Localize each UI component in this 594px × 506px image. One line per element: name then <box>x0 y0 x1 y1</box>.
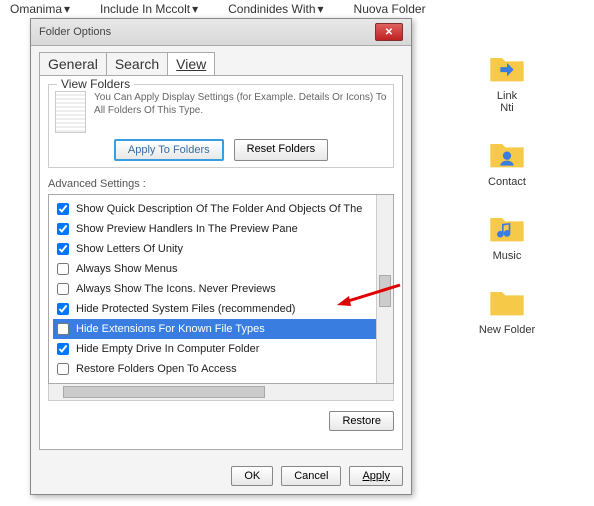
setting-label: Always Show Menus <box>76 263 178 275</box>
setting-label: Hide Protected System Files (recommended… <box>76 303 295 315</box>
folder-preview-icon <box>55 91 86 133</box>
group-title: View Folders <box>57 77 134 91</box>
scrollbar-horizontal[interactable] <box>48 384 394 401</box>
folder-new[interactable]: New Folder <box>472 282 542 336</box>
setting-checkbox[interactable] <box>57 223 69 235</box>
setting-checkbox[interactable] <box>57 243 69 255</box>
setting-row[interactable]: Always Show The Icons. Never Previews <box>53 279 389 299</box>
apply-to-folders-button[interactable]: Apply To Folders <box>114 139 224 161</box>
menu-newfolder[interactable]: Nuova Folder <box>354 2 426 16</box>
setting-row[interactable]: Restore Folders Open To Access <box>53 359 389 379</box>
setting-checkbox[interactable] <box>57 263 69 275</box>
menu-include[interactable]: Include In Mccolt ▾ <box>100 2 198 16</box>
tab-view[interactable]: View <box>167 52 215 75</box>
setting-row[interactable]: Hide Protected System Files (recommended… <box>53 299 389 319</box>
setting-checkbox[interactable] <box>57 303 69 315</box>
tab-general[interactable]: General <box>39 52 107 75</box>
setting-row[interactable]: Always Show Menus <box>53 259 389 279</box>
close-button[interactable]: ✕ <box>375 23 403 41</box>
apply-button[interactable]: Apply <box>349 466 403 486</box>
setting-label: Hide Empty Drive In Computer Folder <box>76 343 259 355</box>
advanced-settings-list[interactable]: Show Quick Description Of The Folder And… <box>48 194 394 384</box>
folder-view: LinkNti Contact Music New Folder <box>420 18 594 366</box>
setting-checkbox[interactable] <box>57 323 69 335</box>
folder-contact[interactable]: Contact <box>472 134 542 188</box>
tab-search[interactable]: Search <box>106 52 168 75</box>
menu-share[interactable]: Condinides With ▾ <box>228 2 323 16</box>
group-text: You Can Apply Display Settings (for Exam… <box>94 91 387 133</box>
explorer-toolbar: Omanima ▾ Include In Mccolt ▾ Condinides… <box>0 0 594 18</box>
tab-strip: General Search View <box>31 46 411 75</box>
ok-button[interactable]: OK <box>231 466 273 486</box>
setting-label: Show Quick Description Of The Folder And… <box>76 203 362 215</box>
setting-checkbox[interactable] <box>57 343 69 355</box>
dialog-title: Folder Options <box>39 26 111 38</box>
setting-row[interactable]: Show Quick Description Of The Folder And… <box>53 199 389 219</box>
scrollbar-vertical[interactable] <box>376 195 393 383</box>
setting-label: Restore Folders Open To Access <box>76 363 237 375</box>
setting-row[interactable]: Show Letters Of Unity <box>53 239 389 259</box>
reset-folders-button[interactable]: Reset Folders <box>234 139 328 161</box>
setting-row[interactable]: Hide Empty Drive In Computer Folder <box>53 339 389 359</box>
folder-music[interactable]: Music <box>472 208 542 262</box>
setting-label: Show Letters Of Unity <box>76 243 183 255</box>
folder-options-dialog: Folder Options ✕ General Search View Vie… <box>30 18 412 495</box>
restore-defaults-button[interactable]: Restore <box>329 411 394 431</box>
menu-organize[interactable]: Omanima ▾ <box>10 2 70 16</box>
advanced-settings-label: Advanced Settings : <box>48 178 394 190</box>
cancel-button[interactable]: Cancel <box>281 466 341 486</box>
setting-checkbox[interactable] <box>57 283 69 295</box>
setting-label: Always Show The Icons. Never Previews <box>76 283 276 295</box>
setting-row[interactable]: Show Preview Handlers In The Preview Pan… <box>53 219 389 239</box>
setting-checkbox[interactable] <box>57 363 69 375</box>
folder-link[interactable]: LinkNti <box>472 48 542 114</box>
setting-label: Hide Extensions For Known File Types <box>76 323 265 335</box>
view-folders-group: View Folders You Can Apply Display Setti… <box>48 84 394 168</box>
setting-row[interactable]: Hide Extensions For Known File Types <box>53 319 389 339</box>
setting-checkbox[interactable] <box>57 203 69 215</box>
titlebar: Folder Options ✕ <box>31 19 411 46</box>
setting-label: Show Preview Handlers In The Preview Pan… <box>76 223 298 235</box>
